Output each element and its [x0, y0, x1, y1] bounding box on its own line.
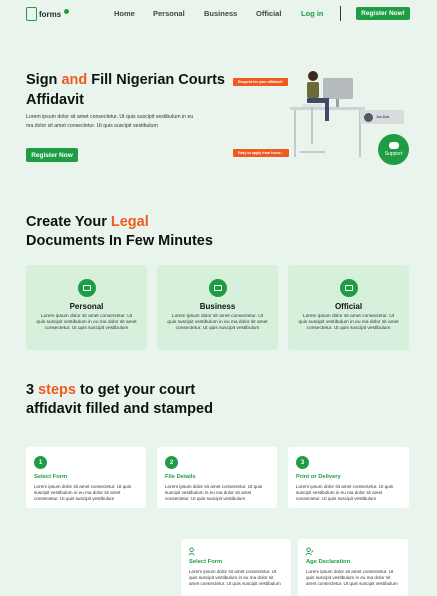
category-card-official[interactable]: Official Lorem ipsum dolor sit amet cons…	[288, 265, 409, 350]
folder-icon	[77, 279, 96, 297]
login-link[interactable]: Log in	[301, 9, 324, 18]
avatar	[364, 112, 373, 122]
logo-dot-icon	[64, 8, 70, 14]
hero-title: Sign and Fill Nigerian Courts Affidavit	[26, 72, 225, 108]
steps-heading: 3 steps to get your court affidavit fill…	[26, 382, 213, 417]
step-title: Select Form	[34, 474, 68, 480]
category-desc: Lorem ipsum dolor sit amet consectetur. …	[36, 314, 137, 331]
category-desc: Lorem ipsum dolor sit amet consectetur. …	[167, 314, 268, 331]
top-nav: forms Home Personal Business Official Lo…	[0, 0, 437, 28]
nav-link-business[interactable]: Business	[204, 9, 237, 18]
step-desc: Lorem ipsum dolor sit amet consectetur. …	[296, 484, 394, 501]
user-edit-icon	[305, 547, 314, 556]
info-desc: Lorem ipsum dolor sit amet consectetur. …	[189, 569, 281, 586]
hero-register-button[interactable]: Register Now	[26, 148, 78, 162]
hero-tag-bottom: Easy to apply from home...	[233, 149, 289, 157]
chat-bubble-icon	[388, 142, 399, 149]
docs-heading: Create Your Legal Documents In Few Minute…	[26, 214, 213, 249]
info-card-select-form: Select Form Lorem ipsum dolor sit amet c…	[181, 539, 291, 596]
nav-link-home[interactable]: Home	[114, 9, 135, 18]
folder-icon	[208, 279, 227, 297]
hero-tag-top: Request for your affidavit!	[233, 78, 288, 86]
category-card-personal[interactable]: Personal Lorem ipsum dolor sit amet cons…	[26, 265, 147, 350]
category-card-business[interactable]: Business Lorem ipsum dolor sit amet cons…	[157, 265, 278, 350]
logo-text: forms	[39, 9, 62, 19]
step-card-2: 2 File Details Lorem ipsum dolor sit ame…	[157, 447, 277, 508]
register-button[interactable]: Register Now!	[356, 7, 410, 20]
info-title: Age Declaration	[306, 559, 351, 565]
nav-link-official[interactable]: Official	[256, 9, 281, 18]
category-title: Business	[199, 302, 236, 311]
logo[interactable]: forms	[26, 7, 70, 21]
category-title: Personal	[69, 302, 104, 311]
document-icon	[26, 7, 37, 21]
step-card-3: 3 Print or Delivery Lorem ipsum dolor si…	[288, 447, 409, 508]
step-desc: Lorem ipsum dolor sit amet consectetur. …	[165, 484, 263, 501]
user-tag: Jon Doe	[360, 110, 404, 124]
nav-divider	[340, 6, 341, 21]
user-icon	[188, 547, 195, 556]
step-title: File Details	[165, 474, 196, 480]
category-title: Official	[334, 302, 363, 311]
hero-subtitle: Lorem ipsum dolor sit amet consectetur. …	[26, 114, 194, 129]
info-title: Select Form	[189, 559, 223, 565]
info-card-age-declaration: Age Declaration Lorem ipsum dolor sit am…	[298, 539, 408, 596]
step-number: 3	[296, 456, 309, 469]
support-button[interactable]: Support	[378, 134, 409, 165]
support-label: Support	[384, 151, 403, 157]
nav-link-personal[interactable]: Personal	[153, 9, 185, 18]
folder-icon	[339, 279, 358, 297]
step-title: Print or Delivery	[296, 474, 341, 480]
step-desc: Lorem ipsum dolor sit amet consectetur. …	[34, 484, 132, 501]
user-tag-name: Jon Doe	[376, 115, 390, 119]
category-desc: Lorem ipsum dolor sit amet consectetur. …	[298, 314, 399, 331]
step-number: 2	[165, 456, 178, 469]
step-number: 1	[34, 456, 47, 469]
info-desc: Lorem ipsum dolor sit amet consectetur. …	[306, 569, 398, 586]
step-card-1: 1 Select Form Lorem ipsum dolor sit amet…	[26, 447, 146, 508]
